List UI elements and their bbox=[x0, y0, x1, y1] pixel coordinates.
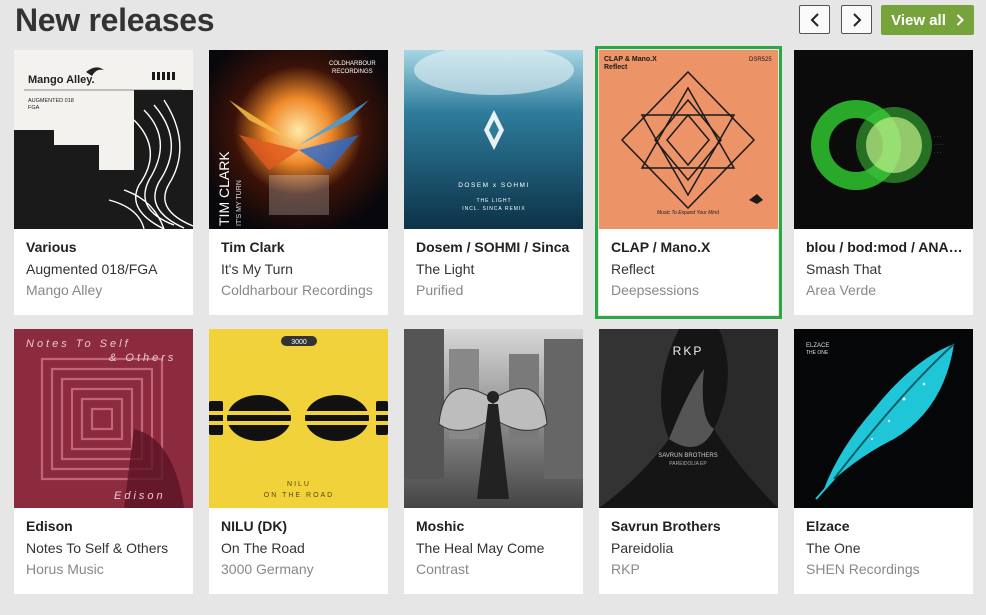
svg-text:IT'S MY TURN: IT'S MY TURN bbox=[236, 180, 243, 226]
release-label-link[interactable]: RKP bbox=[611, 561, 771, 577]
release-title-link[interactable]: Notes To Self & Others bbox=[26, 540, 186, 556]
release-card[interactable]: Moshic The Heal May Come Contrast bbox=[404, 329, 583, 594]
svg-text:Notes To Self: Notes To Self bbox=[26, 338, 131, 350]
release-card-selected[interactable]: CLAP & Mano.X Reflect DSR525 Music To Ex… bbox=[595, 46, 782, 319]
svg-text:· · ·: · · · bbox=[934, 134, 941, 139]
release-title-link[interactable]: The One bbox=[806, 540, 966, 556]
release-label-link[interactable]: Horus Music bbox=[26, 561, 186, 577]
release-cover-art[interactable]: COLDHARBOUR RECORDINGS TIM CLARK IT'S MY… bbox=[209, 50, 388, 229]
release-cover-art[interactable]: ELZACE THE ONE bbox=[794, 329, 973, 508]
release-cover-art[interactable]: DOSEM x SOHMI THE LIGHT INCL. SINCA REMI… bbox=[404, 50, 583, 229]
view-all-button[interactable]: View all bbox=[881, 5, 974, 35]
release-label-link[interactable]: SHEN Recordings bbox=[806, 561, 966, 577]
svg-text:TIM CLARK: TIM CLARK bbox=[216, 151, 232, 226]
release-title-link[interactable]: On The Road bbox=[221, 540, 381, 556]
release-artist-link[interactable]: Moshic bbox=[416, 518, 576, 534]
release-label-link[interactable]: Mango Alley bbox=[26, 282, 186, 298]
release-artist-link[interactable]: Elzace bbox=[806, 518, 966, 534]
svg-text:CLAP & Mano.X: CLAP & Mano.X bbox=[604, 56, 657, 63]
release-artist-link[interactable]: Various bbox=[26, 239, 186, 255]
release-card[interactable]: COLDHARBOUR RECORDINGS TIM CLARK IT'S MY… bbox=[209, 50, 388, 315]
release-title-link[interactable]: Pareidolia bbox=[611, 540, 771, 556]
release-cover-art[interactable]: 3000 NILU ON THE ROAD bbox=[209, 329, 388, 508]
release-card[interactable]: · · · · · · · · · · blou / bod:mod / ANA… … bbox=[794, 50, 973, 315]
svg-text:INCL. SINCA REMIX: INCL. SINCA REMIX bbox=[462, 206, 525, 212]
section-title: New releases bbox=[15, 2, 215, 38]
release-artist-link[interactable]: CLAP / Mano.X bbox=[611, 239, 771, 255]
svg-text:NILU: NILU bbox=[287, 481, 311, 488]
release-card[interactable]: ELZACE THE ONE Elzace The One SHEN Recor… bbox=[794, 329, 973, 594]
release-title-link[interactable]: The Heal May Come bbox=[416, 540, 576, 556]
svg-text:Edison: Edison bbox=[114, 490, 166, 502]
release-label-link[interactable]: 3000 Germany bbox=[221, 561, 381, 577]
svg-text:PAREIDOLIA EP: PAREIDOLIA EP bbox=[669, 461, 707, 467]
svg-text:· · ·: · · · bbox=[934, 150, 941, 155]
release-title-link[interactable]: Reflect bbox=[611, 261, 771, 277]
release-title-link[interactable]: The Light bbox=[416, 261, 576, 277]
svg-text:RKP: RKP bbox=[673, 344, 704, 358]
release-card[interactable]: DOSEM x SOHMI THE LIGHT INCL. SINCA REMI… bbox=[404, 50, 583, 315]
prev-page-button[interactable] bbox=[799, 5, 830, 34]
view-all-label: View all bbox=[891, 11, 946, 29]
svg-text:3000: 3000 bbox=[291, 339, 307, 346]
release-cover-art[interactable]: Notes To Self & Others Edison bbox=[14, 329, 193, 508]
release-label-link[interactable]: Deepsessions bbox=[611, 282, 771, 298]
release-artist-link[interactable]: NILU (DK) bbox=[221, 518, 381, 534]
svg-text:SAVRUN BROTHERS: SAVRUN BROTHERS bbox=[658, 453, 718, 459]
release-cover-art[interactable]: · · · · · · · · · · bbox=[794, 50, 973, 229]
chevron-right-icon bbox=[852, 12, 861, 27]
svg-text:DOSEM x SOHMI: DOSEM x SOHMI bbox=[458, 182, 530, 189]
release-card[interactable]: RKP SAVRUN BROTHERS PAREIDOLIA EP Savrun… bbox=[599, 329, 778, 594]
release-card[interactable]: Mango Alley. AUGMENTED 018 FGA Various A… bbox=[14, 50, 193, 315]
chevron-right-icon bbox=[956, 14, 964, 26]
svg-text:DSR525: DSR525 bbox=[749, 57, 772, 63]
svg-text:THE LIGHT: THE LIGHT bbox=[476, 198, 511, 204]
svg-text:Reflect: Reflect bbox=[604, 64, 628, 71]
next-page-button[interactable] bbox=[841, 5, 872, 34]
release-card[interactable]: 3000 NILU ON THE ROAD NILU (DK) On The R… bbox=[209, 329, 388, 594]
chevron-left-icon bbox=[810, 12, 819, 27]
svg-text:Mango Alley.: Mango Alley. bbox=[28, 74, 95, 86]
release-artist-link[interactable]: blou / bod:mod / ANA… bbox=[806, 239, 966, 255]
svg-text:COLDHARBOUR: COLDHARBOUR bbox=[329, 61, 376, 67]
svg-text:ON THE ROAD: ON THE ROAD bbox=[264, 492, 335, 499]
svg-text:THE ONE: THE ONE bbox=[806, 350, 829, 356]
release-artist-link[interactable]: Savrun Brothers bbox=[611, 518, 771, 534]
release-title-link[interactable]: Augmented 018/FGA bbox=[26, 261, 186, 277]
svg-text:FGA: FGA bbox=[28, 105, 40, 111]
release-cover-art[interactable]: CLAP & Mano.X Reflect DSR525 Music To Ex… bbox=[599, 50, 778, 229]
release-label-link[interactable]: Contrast bbox=[416, 561, 576, 577]
release-cover-art[interactable]: RKP SAVRUN BROTHERS PAREIDOLIA EP bbox=[599, 329, 778, 508]
svg-text:RECORDINGS: RECORDINGS bbox=[332, 69, 373, 75]
release-cover-art[interactable] bbox=[404, 329, 583, 508]
release-artist-link[interactable]: Dosem / SOHMI / Sinca bbox=[416, 239, 576, 255]
svg-text:· · · ·: · · · · bbox=[934, 142, 944, 147]
release-cover-art[interactable]: Mango Alley. AUGMENTED 018 FGA bbox=[14, 50, 193, 229]
svg-text:& Others: & Others bbox=[109, 352, 176, 364]
release-title-link[interactable]: Smash That bbox=[806, 261, 966, 277]
svg-text:Music To Expand Your Mind: Music To Expand Your Mind bbox=[657, 210, 719, 216]
release-label-link[interactable]: Purified bbox=[416, 282, 576, 298]
svg-text:AUGMENTED 018: AUGMENTED 018 bbox=[28, 98, 74, 104]
release-artist-link[interactable]: Tim Clark bbox=[221, 239, 381, 255]
release-title-link[interactable]: It's My Turn bbox=[221, 261, 381, 277]
release-label-link[interactable]: Coldharbour Recordings bbox=[221, 282, 381, 298]
release-card[interactable]: Notes To Self & Others Edison Edison Not… bbox=[14, 329, 193, 594]
release-label-link[interactable]: Area Verde bbox=[806, 282, 966, 298]
release-artist-link[interactable]: Edison bbox=[26, 518, 186, 534]
svg-text:ELZACE: ELZACE bbox=[806, 343, 829, 349]
